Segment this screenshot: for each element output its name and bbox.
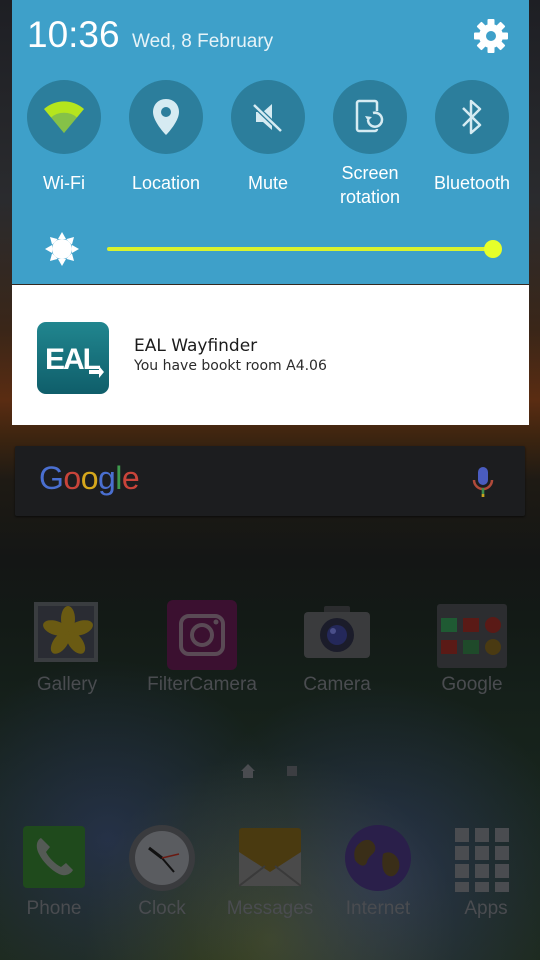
app-filtercamera-label: FilterCamera bbox=[147, 674, 257, 695]
location-icon bbox=[153, 99, 179, 135]
google-logo-letter: e bbox=[121, 460, 140, 496]
tile-screen-rotation-label: Screen rotation bbox=[339, 163, 401, 207]
internet-globe-icon bbox=[343, 824, 413, 894]
bluetooth-icon bbox=[462, 99, 482, 135]
date-label: Wed, 8 February bbox=[132, 31, 274, 52]
google-logo-letter: o bbox=[63, 460, 81, 496]
tile-wifi-label: Wi-Fi bbox=[43, 173, 85, 193]
google-folder-icon bbox=[437, 600, 507, 670]
home-page-icon bbox=[241, 764, 255, 778]
mute-icon bbox=[252, 103, 283, 133]
microphone-icon[interactable] bbox=[471, 466, 495, 500]
google-logo: Google bbox=[39, 460, 140, 497]
tile-bluetooth-label: Bluetooth bbox=[433, 173, 511, 193]
camera-icon bbox=[302, 600, 372, 670]
app-filtercamera[interactable]: FilterCamera bbox=[137, 600, 267, 696]
tile-location[interactable]: Location bbox=[116, 80, 216, 195]
notification-card[interactable]: EAL EAL Wayfinder You have bookt room A4… bbox=[12, 285, 529, 425]
phone-icon bbox=[19, 824, 89, 894]
brightness-slider-thumb[interactable] bbox=[484, 240, 502, 258]
google-logo-letter: G bbox=[39, 460, 64, 496]
tile-bluetooth-circle[interactable] bbox=[435, 80, 509, 154]
brightness-slider-track[interactable] bbox=[107, 247, 493, 251]
dock-apps[interactable]: Apps bbox=[421, 824, 540, 920]
tile-bluetooth[interactable]: Bluetooth bbox=[422, 80, 522, 195]
tile-location-circle[interactable] bbox=[129, 80, 203, 154]
tile-wifi[interactable]: Wi-Fi bbox=[14, 80, 114, 195]
app-camera[interactable]: Camera bbox=[272, 600, 402, 696]
app-google-folder[interactable]: Google bbox=[407, 600, 537, 696]
tile-mute[interactable]: Mute bbox=[218, 80, 318, 195]
screen-rotation-icon bbox=[355, 99, 384, 133]
app-gallery[interactable]: Gallery bbox=[2, 600, 132, 696]
google-logo-letter: l bbox=[115, 460, 122, 496]
eal-logo-icon: EAL bbox=[45, 343, 104, 378]
page-indicator[interactable] bbox=[240, 763, 300, 779]
app-gallery-label: Gallery bbox=[36, 674, 98, 695]
notification-title: EAL Wayfinder bbox=[134, 336, 258, 356]
apps-grid-icon bbox=[451, 824, 521, 894]
messages-icon bbox=[235, 824, 305, 894]
tile-mute-circle[interactable] bbox=[231, 80, 305, 154]
filtercamera-icon bbox=[167, 600, 237, 670]
brightness-sun-icon bbox=[45, 232, 79, 266]
tile-wifi-circle[interactable] bbox=[27, 80, 101, 154]
tile-screen-rotation-circle[interactable] bbox=[333, 80, 407, 154]
quick-settings-panel: 10:36 Wed, 8 February Wi-Fi Location Mut… bbox=[12, 0, 529, 284]
page-dot bbox=[287, 766, 297, 776]
eal-wayfinder-app-icon: EAL bbox=[37, 322, 109, 394]
notification-message: You have bookt room A4.06 bbox=[134, 358, 327, 374]
google-search-bar[interactable]: Google bbox=[15, 446, 525, 516]
app-google-label: Google bbox=[441, 674, 503, 695]
tile-location-label: Location bbox=[131, 173, 201, 193]
settings-gear-icon[interactable] bbox=[471, 16, 511, 56]
app-camera-label: Camera bbox=[303, 674, 371, 695]
tile-screen-rotation[interactable]: Screen rotation bbox=[320, 80, 420, 209]
dock-apps-label: Apps bbox=[464, 898, 508, 919]
tile-mute-label: Mute bbox=[247, 173, 289, 193]
google-logo-letter: g bbox=[97, 460, 116, 496]
wifi-icon bbox=[44, 101, 84, 133]
gallery-icon bbox=[32, 600, 102, 670]
clock-icon bbox=[127, 824, 197, 894]
clock-time: 10:36 bbox=[27, 14, 120, 55]
google-logo-letter: o bbox=[80, 460, 99, 496]
